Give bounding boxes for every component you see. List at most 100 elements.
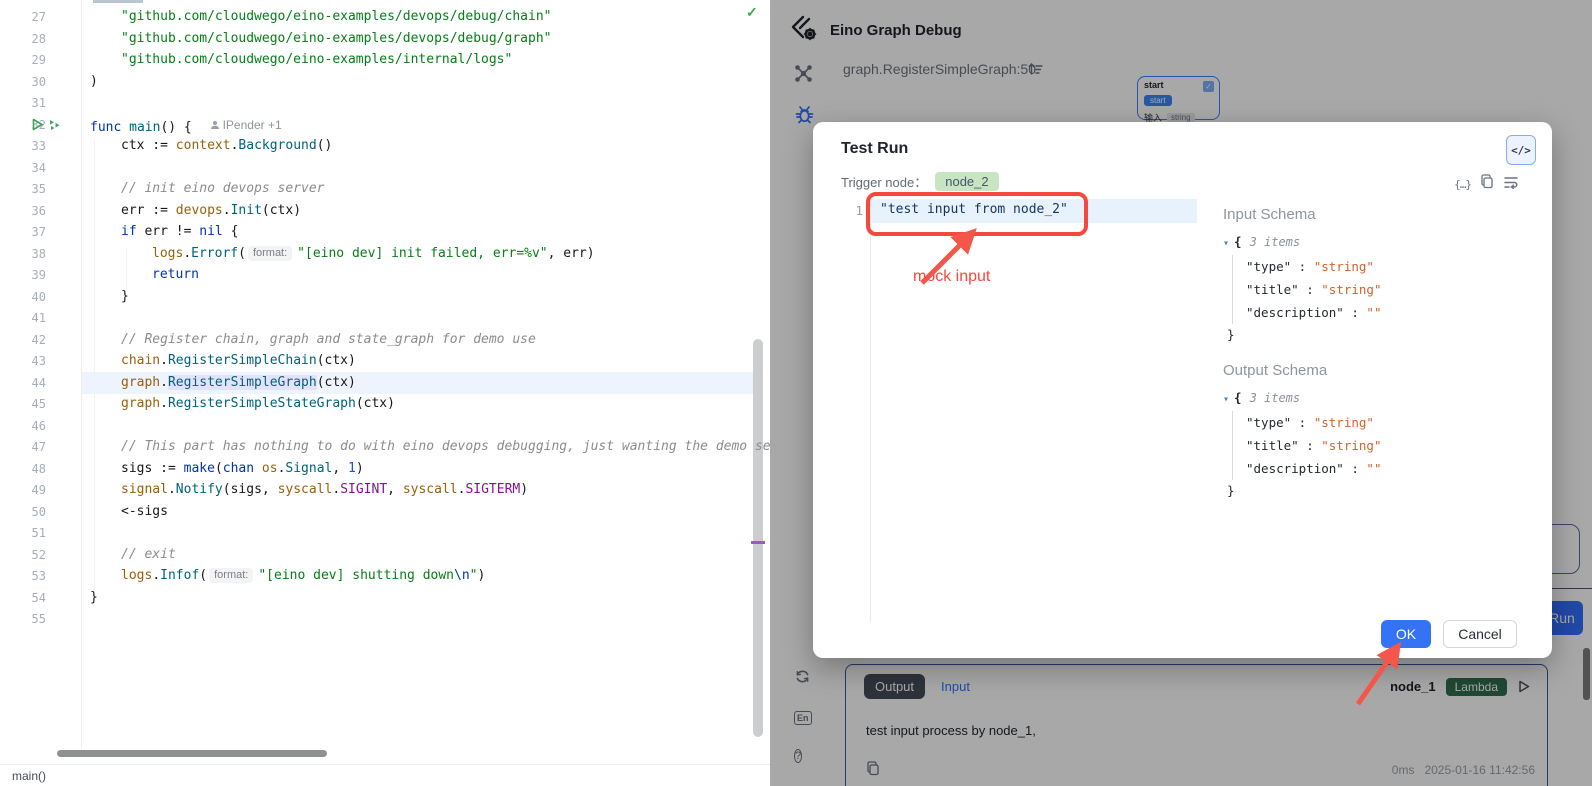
line-number: 46 <box>0 415 46 437</box>
code-line: 54} <box>0 587 770 609</box>
dialog-title: Test Run <box>841 140 908 158</box>
line-number: 55 <box>0 608 46 630</box>
code-line: 42// Register chain, graph and state_gra… <box>0 329 770 351</box>
code-line: 38logs.Errorf(format:"[eino dev] init fa… <box>0 243 770 265</box>
scrollbar-change-marker <box>751 541 765 544</box>
code-text: logs.Infof(format:"[eino dev] shutting d… <box>121 565 485 587</box>
code-line: 27 "github.com/cloudwego/eino-examples/de… <box>0 6 770 28</box>
line-number: 36 <box>0 200 46 222</box>
code-line: 48 sigs := make(chan os.Signal, 1) <box>0 458 770 480</box>
code-line: 37if err != nil { <box>0 221 770 243</box>
line-number: 29 <box>0 49 46 71</box>
parameter-hint: format: <box>209 568 253 583</box>
trigger-node-badge: node_2 <box>935 172 998 191</box>
line-number: 54 <box>0 587 46 609</box>
line-number: 53 <box>0 565 46 587</box>
code-text: "github.com/cloudwego/eino-examples/inte… <box>121 49 512 71</box>
editor-horizontal-scrollbar[interactable] <box>57 750 327 757</box>
code-line: 45graph.RegisterSimpleStateGraph(ctx) <box>0 393 770 415</box>
ok-annotation-arrow <box>1348 638 1418 713</box>
line-number: 42 <box>0 329 46 351</box>
inspections-ok-icon[interactable]: ✓ <box>746 4 758 21</box>
line-number: 30 <box>0 71 46 93</box>
collapse-toggle-icon[interactable]: ▾ <box>1223 238 1229 249</box>
code-text: chain.RegisterSimpleChain(ctx) <box>121 350 356 372</box>
copy-icon[interactable] <box>1480 174 1494 194</box>
editor-vertical-scrollbar[interactable] <box>753 339 763 737</box>
code-line: 35// init eino devops server <box>0 178 770 200</box>
line-number: 34 <box>0 157 46 179</box>
line-number: 31 <box>0 92 46 114</box>
line-number: 39 <box>0 264 46 286</box>
screen: 27 "github.com/cloudwego/eino-examples/de… <box>0 0 1592 786</box>
code-line: 51 <box>0 522 770 544</box>
word-wrap-icon[interactable] <box>1503 175 1519 194</box>
input-schema-tree[interactable]: ▾{3 items"type" : "string""title" : "str… <box>1223 231 1523 346</box>
test-run-dialog: Test Run </> Trigger node： node_2 {…} 1 <box>813 122 1552 658</box>
line-number: 52 <box>0 544 46 566</box>
trigger-node-label: Trigger node： <box>841 172 927 191</box>
line-number: 41 <box>0 307 46 329</box>
code-line: 28"github.com/cloudwego/eino-examples/de… <box>0 28 770 50</box>
json-format-icon[interactable]: {…} <box>1454 178 1471 191</box>
output-schema-title: Output Schema <box>1223 362 1523 379</box>
schema-column: Input Schema ▾{3 items"type" : "string""… <box>1223 206 1523 502</box>
schema-entry: "description" : "" <box>1246 457 1523 480</box>
code-line: 36 err := devops.Init(ctx) <box>0 200 770 222</box>
code-mode-button[interactable]: </> <box>1506 135 1536 165</box>
line-number: 44 <box>0 372 46 394</box>
annotation-arrow <box>908 225 998 295</box>
line-number: 51 <box>0 522 46 544</box>
input-schema-title: Input Schema <box>1223 206 1523 223</box>
tree-close-brace: } <box>1227 480 1523 502</box>
code-line: 29 "github.com/cloudwego/eino-examples/in… <box>0 49 770 71</box>
code-text: // exit <box>121 544 176 566</box>
collapse-toggle-icon[interactable]: ▾ <box>1223 394 1229 405</box>
line-number: 1 <box>849 203 863 218</box>
code-line: 40} <box>0 286 770 308</box>
code-text: "github.com/cloudwego/eino-examples/devo… <box>121 6 551 28</box>
code-text: "github.com/cloudwego/eino-examples/devo… <box>121 28 551 50</box>
editor-gutter-line <box>870 198 871 622</box>
code-editor[interactable]: 27 "github.com/cloudwego/eino-examples/de… <box>0 0 771 786</box>
code-text: sigs := make(chan os.Signal, 1) <box>121 458 364 480</box>
line-number: 50 <box>0 501 46 523</box>
parameter-hint: format: <box>248 246 292 261</box>
line-number: 45 <box>0 393 46 415</box>
line-number: 35 <box>0 178 46 200</box>
code-line: 41 <box>0 307 770 329</box>
code-text: err := devops.Init(ctx) <box>121 200 301 222</box>
schema-entry: "type" : "string" <box>1246 255 1523 278</box>
code-text: return <box>152 264 199 286</box>
code-text: ctx := context.Background() <box>121 135 332 157</box>
code-line: 53 logs.Infof(format:"[eino dev] shutting… <box>0 565 770 587</box>
line-number: 40 <box>0 286 46 308</box>
schema-entry: "title" : "string" <box>1246 434 1523 457</box>
cancel-button[interactable]: Cancel <box>1443 620 1517 648</box>
code-text: } <box>121 286 129 308</box>
line-number: 43 <box>0 350 46 372</box>
tab-sliver <box>93 0 143 3</box>
line-number: 38 <box>0 243 46 265</box>
code-line: 44 graph.RegisterSimpleGraph(ctx) <box>0 372 770 394</box>
author-inlay[interactable]: IPender +1 <box>210 114 282 136</box>
line-number: 27 <box>0 6 46 28</box>
code-line: 55 <box>0 608 770 630</box>
code-line: 32func main() { IPender +1 <box>0 114 770 136</box>
code-text: ) <box>90 71 98 93</box>
output-schema-tree[interactable]: ▾{3 items"type" : "string""title" : "str… <box>1223 387 1523 502</box>
tree-root[interactable]: ▾{3 items <box>1223 387 1523 411</box>
line-number: 33 <box>0 135 46 157</box>
line-number: 48 <box>0 458 46 480</box>
run-main-icon[interactable] <box>31 118 61 131</box>
tree-root[interactable]: ▾{3 items <box>1223 231 1523 255</box>
code-text: if err != nil { <box>121 221 238 243</box>
code-line: 52 // exit <box>0 544 770 566</box>
schema-entry: "type" : "string" <box>1246 411 1523 434</box>
tree-close-brace: } <box>1227 324 1523 346</box>
code-line: 46 <box>0 415 770 437</box>
code-line: 43 chain.RegisterSimpleChain(ctx) <box>0 350 770 372</box>
code-text: graph.RegisterSimpleGraph(ctx) <box>121 372 356 394</box>
breadcrumb[interactable]: main() <box>0 764 770 786</box>
schema-entry: "title" : "string" <box>1246 278 1523 301</box>
